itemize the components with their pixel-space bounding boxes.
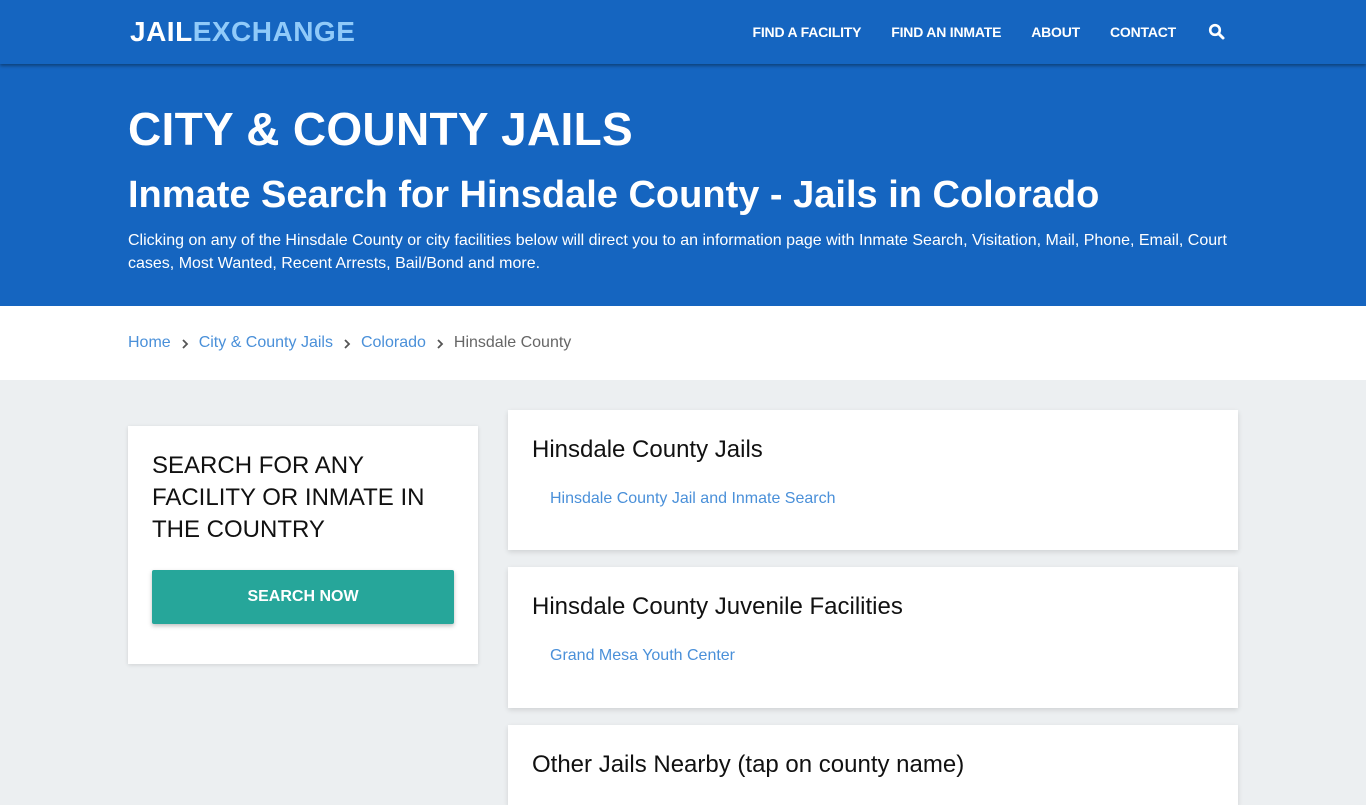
hero-banner: CITY & COUNTY JAILS Inmate Search for Hi…: [0, 64, 1366, 306]
breadcrumb-home[interactable]: Home: [128, 334, 171, 352]
nav-about[interactable]: ABOUT: [1031, 24, 1080, 40]
nav-find-facility[interactable]: FIND A FACILITY: [753, 24, 862, 40]
nav-links: FIND A FACILITY FIND AN INMATE ABOUT CON…: [723, 0, 1226, 64]
search-icon[interactable]: [1208, 23, 1226, 41]
section-title: Hinsdale County Juvenile Facilities: [532, 593, 903, 620]
section-card-jails: Hinsdale County Jails Hinsdale County Ja…: [508, 410, 1238, 550]
logo-jail: JAIL: [130, 16, 193, 47]
facility-link[interactable]: Hinsdale County Jail and Inmate Search: [550, 490, 836, 508]
section-title: Hinsdale County Jails: [532, 436, 763, 463]
search-promo-heading: SEARCH FOR ANY FACILITY OR INMATE IN THE…: [152, 452, 425, 543]
chevron-right-icon: [179, 337, 191, 349]
page-title: CITY & COUNTY JAILS: [128, 103, 633, 155]
logo-exchange: EXCHANGE: [192, 16, 356, 47]
top-navbar: JAILEXCHANGE FIND A FACILITY FIND AN INM…: [0, 0, 1366, 64]
chevron-right-icon: [434, 337, 446, 349]
chevron-right-icon: [341, 337, 353, 349]
site-logo[interactable]: JAILEXCHANGE: [130, 16, 355, 48]
section-card-juvenile: Hinsdale County Juvenile Facilities Gran…: [508, 567, 1238, 708]
page-description: Clicking on any of the Hinsdale County o…: [128, 232, 1227, 272]
page-subtitle: Inmate Search for Hinsdale County - Jail…: [128, 174, 1100, 216]
nav-find-inmate[interactable]: FIND AN INMATE: [891, 24, 1001, 40]
breadcrumb: Home City & County Jails Colorado Hinsda…: [0, 306, 1366, 380]
facility-link[interactable]: Grand Mesa Youth Center: [550, 647, 735, 665]
search-now-button[interactable]: SEARCH NOW: [152, 570, 454, 624]
search-promo-card: SEARCH FOR ANY FACILITY OR INMATE IN THE…: [128, 426, 478, 664]
nav-contact[interactable]: CONTACT: [1110, 24, 1176, 40]
section-card-nearby: Other Jails Nearby (tap on county name): [508, 725, 1238, 805]
breadcrumb-current: Hinsdale County: [453, 334, 572, 351]
breadcrumb-colorado[interactable]: Colorado: [361, 334, 426, 352]
breadcrumb-city-county-jails[interactable]: City & County Jails: [199, 334, 333, 352]
section-title: Other Jails Nearby (tap on county name): [532, 751, 965, 778]
